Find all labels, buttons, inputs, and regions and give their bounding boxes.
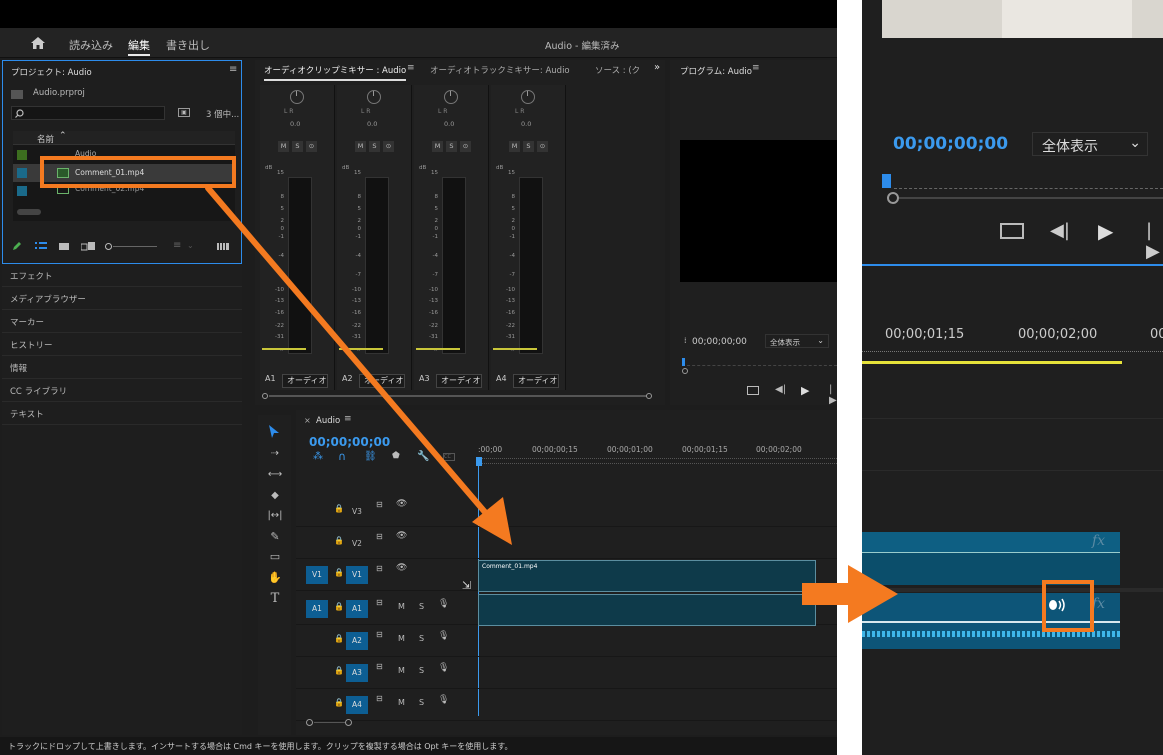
annotation-arrows [205,185,898,623]
right-arrow-head [848,565,898,623]
drag-cursor-icon: ⇲ [462,579,472,592]
right-arrow-body [802,583,850,605]
drag-arrow-line [205,185,493,521]
